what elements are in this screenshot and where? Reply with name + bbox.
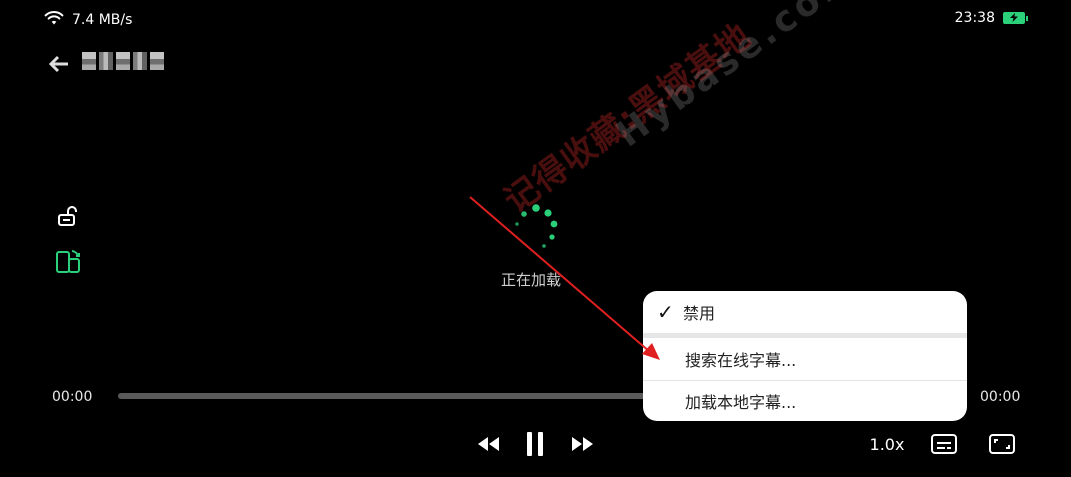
rotate-screen-button[interactable] [55, 248, 83, 276]
fullscreen-button[interactable] [988, 432, 1016, 456]
pixel-block [116, 52, 130, 70]
current-time: 00:00 [52, 389, 93, 405]
menu-item-load-local-subtitles[interactable]: 加载本地字幕... [643, 381, 967, 421]
network-speed: 7.4 MB/s [72, 12, 133, 28]
loading-text: 正在加载 [501, 271, 562, 289]
pixel-block [82, 52, 96, 70]
video-player-screen: 7.4 MB/s 23:38 记得收藏:黑域基地 Hybase.com 正在加载… [0, 0, 1071, 477]
pause-button[interactable] [524, 430, 546, 458]
lock-button[interactable] [56, 204, 80, 228]
rewind-icon [478, 437, 499, 451]
fullscreen-icon [989, 434, 1015, 454]
menu-item-label: 加载本地字幕... [685, 393, 797, 412]
fast-forward-button[interactable] [569, 433, 595, 455]
check-icon: ✓ [657, 300, 674, 324]
arrow-left-icon [48, 55, 68, 73]
battery-charging-icon [1003, 12, 1028, 24]
menu-item-disable[interactable]: ✓ 禁用 [643, 291, 967, 333]
menu-item-label: 禁用 [683, 304, 716, 323]
pixel-block [99, 52, 113, 70]
fast-forward-icon [572, 437, 593, 451]
watermark-url: Hybase.com [609, 0, 866, 156]
watermark-text: 记得收藏:黑域基地 [496, 15, 759, 222]
status-bar-left: 7.4 MB/s [44, 10, 132, 30]
menu-item-search-online-subtitles[interactable]: 搜索在线字幕... [643, 338, 967, 380]
pixel-block [133, 52, 147, 70]
menu-item-label: 搜索在线字幕... [685, 351, 797, 370]
subtitle-menu: ✓ 禁用 搜索在线字幕... 加载本地字幕... [643, 291, 967, 421]
clock: 23:38 [954, 10, 995, 26]
pixel-block [150, 52, 164, 70]
loading-spinner-icon [515, 204, 558, 248]
subtitle-icon [931, 434, 957, 454]
wifi-icon [44, 10, 64, 30]
rewind-button[interactable] [476, 433, 502, 455]
pause-icon [527, 432, 543, 456]
status-bar-right: 23:38 [954, 10, 1028, 26]
unlock-icon [58, 206, 77, 226]
subtitle-button[interactable] [930, 432, 958, 456]
back-button[interactable] [46, 52, 72, 76]
total-time: 00:00 [980, 389, 1021, 405]
video-title-pixelated [82, 52, 164, 70]
playback-speed-button[interactable]: 1.0x [868, 433, 906, 455]
screen-rotate-icon [56, 250, 80, 273]
